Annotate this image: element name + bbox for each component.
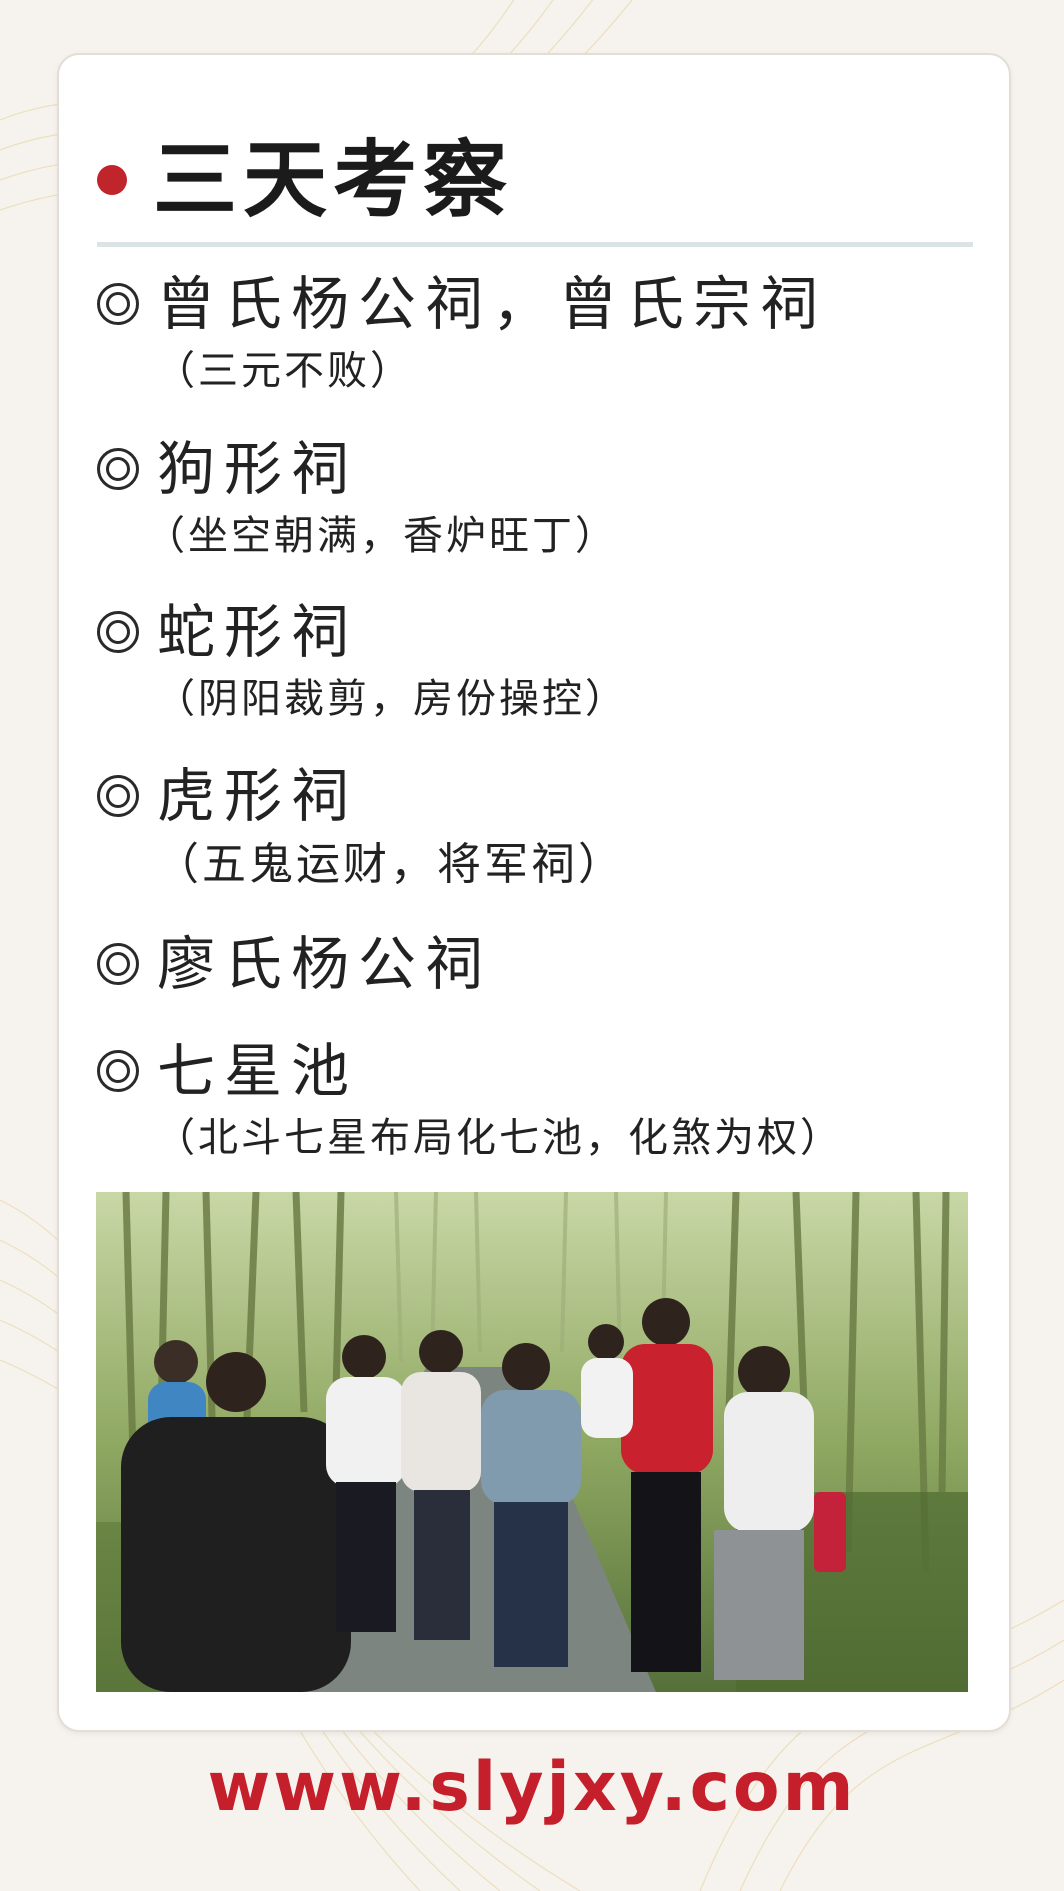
item-name: 曾氏杨公祠，曾氏宗祠 [157,270,828,338]
page-title: 三天考察 [153,130,514,229]
item-name: 虎形祠 [157,762,359,830]
list-item: 曾氏杨公祠，曾氏宗祠 （三元不败） [97,275,987,391]
content-card: 三天考察 曾氏杨公祠，曾氏宗祠 （三元不败） 狗形祠 （坐空朝满，香炉旺丁） 蛇… [57,53,1011,1732]
item-name: 廖氏杨公祠 [157,930,493,998]
double-circle-icon [97,775,139,817]
group-photo-bamboo-forest [96,1192,968,1692]
item-note: （五鬼运财，将军祠） [155,839,625,890]
item-note: （三元不败） [155,348,413,394]
item-name: 蛇形祠 [157,598,359,666]
double-circle-icon [97,448,139,490]
list-item: 蛇形祠 （阴阳裁剪，房份操控） [97,603,987,719]
list-item: 廖氏杨公祠 [97,935,987,993]
double-circle-icon [97,1050,139,1092]
item-note: （北斗七星布局化七池，化煞为权） [155,1115,843,1161]
item-note: （阴阳裁剪，房份操控） [155,676,628,722]
double-circle-icon [97,283,139,325]
item-name: 狗形祠 [157,435,359,503]
item-name: 七星池 [157,1037,359,1105]
double-circle-icon [97,943,139,985]
title-divider [97,242,973,247]
website-url[interactable]: www.slyjxy.com [0,1754,1064,1822]
double-circle-icon [97,611,139,653]
list-item: 虎形祠 （五鬼运财，将军祠） [97,767,987,887]
title-row: 三天考察 [97,125,513,235]
item-note: （坐空朝满，香炉旺丁） [145,513,618,559]
list-item: 狗形祠 （坐空朝满，香炉旺丁） [97,440,987,556]
list-item: 七星池 （北斗七星布局化七池，化煞为权） [97,1042,987,1158]
title-bullet-dot [97,165,127,195]
